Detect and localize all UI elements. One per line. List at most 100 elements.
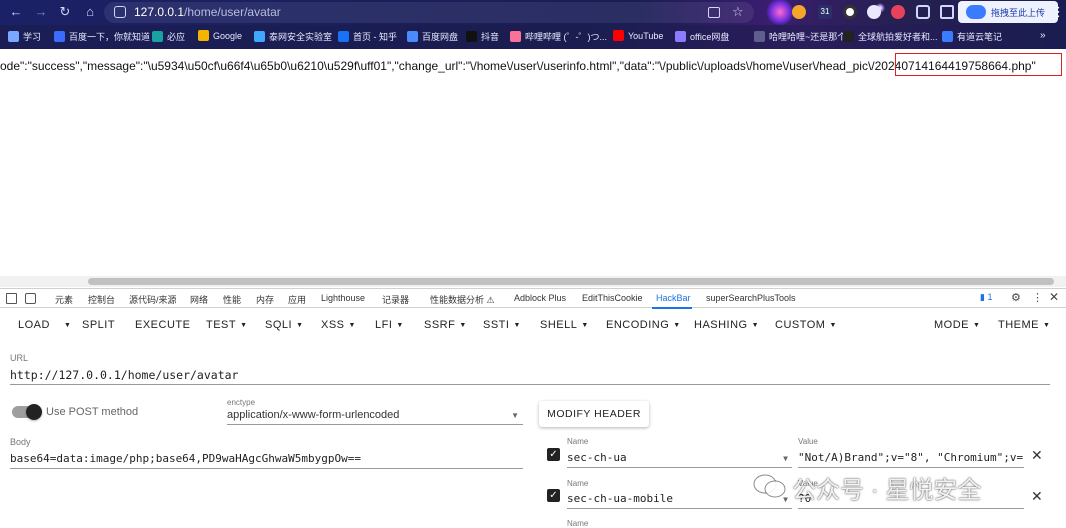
- toolbar-label: HASHING: [694, 319, 748, 331]
- translate-icon[interactable]: [708, 7, 720, 18]
- bookmark-item[interactable]: 哔哩哔哩 (゜-゜)つ...: [510, 30, 607, 44]
- bookmark-item[interactable]: Google: [198, 30, 242, 44]
- bookmark-item[interactable]: 百度一下，你就知道: [54, 30, 150, 44]
- scrollbar-thumb[interactable]: [88, 278, 1054, 285]
- forward-arrow-icon[interactable]: →: [33, 4, 49, 20]
- header-enabled-checkbox[interactable]: ✓: [547, 448, 560, 461]
- bookmark-favicon-icon: [198, 30, 209, 41]
- hackbar-xss-button[interactable]: XSS ▼: [321, 319, 356, 331]
- header-value-field[interactable]: "Not/A)Brand";v="8", "Chromium";v=: [798, 449, 1024, 468]
- bookmark-star-icon[interactable]: ☆: [732, 4, 744, 20]
- hackbar-test-button[interactable]: TEST ▼: [206, 319, 248, 331]
- devtools-tab[interactable]: 元素: [55, 293, 73, 306]
- cloud-upload-button[interactable]: 拖拽至此上传: [958, 1, 1058, 23]
- back-arrow-icon[interactable]: ←: [8, 4, 24, 20]
- cloud-upload-label: 拖拽至此上传: [991, 8, 1046, 18]
- bookmark-item[interactable]: 哈哩哈哩~还是那个...: [754, 30, 854, 44]
- devtools-tab[interactable]: 记录器: [382, 293, 409, 306]
- caret-down-icon: ▼: [296, 322, 304, 329]
- close-devtools-icon[interactable]: ✕: [1049, 290, 1059, 304]
- browser-menu-icon[interactable]: ⋮: [1052, 4, 1065, 20]
- devtools-tab[interactable]: 内存: [256, 293, 274, 306]
- bookmark-item[interactable]: YouTube: [613, 30, 663, 44]
- bookmark-item[interactable]: 泰网安全实验室: [254, 30, 332, 44]
- header-enabled-checkbox[interactable]: ✓: [547, 489, 560, 502]
- extension-icon[interactable]: [867, 5, 881, 19]
- extension-icon[interactable]: [792, 5, 806, 19]
- home-icon[interactable]: ⌂: [82, 4, 98, 20]
- bookmark-item[interactable]: 全球航拍爱好者和...: [843, 30, 938, 44]
- remove-header-icon[interactable]: ✕: [1031, 447, 1043, 464]
- devtools-tab[interactable]: HackBar: [656, 293, 691, 303]
- hackbar-load-menu-button[interactable]: ▼: [60, 319, 71, 331]
- devtools-tab[interactable]: 性能数据分析 ⚠: [430, 293, 495, 306]
- post-method-toggle[interactable]: [12, 404, 42, 420]
- adblock-icon[interactable]: [891, 5, 905, 19]
- header-value-label: Value: [798, 437, 818, 446]
- devtools-tab[interactable]: Lighthouse: [321, 293, 365, 303]
- devtools-tab[interactable]: 网络: [190, 293, 208, 306]
- highlight-box: [895, 53, 1062, 76]
- bookmark-favicon-icon: [254, 31, 265, 42]
- hackbar-hashing-button[interactable]: HASHING ▼: [694, 319, 759, 331]
- inspect-element-icon[interactable]: [6, 293, 17, 304]
- reload-icon[interactable]: ↻: [57, 4, 73, 20]
- bookmark-item[interactable]: 百度网盘: [407, 30, 458, 44]
- more-options-icon[interactable]: ⋮: [1032, 291, 1043, 304]
- bookmark-item[interactable]: 有道云笔记: [942, 30, 1002, 44]
- settings-gear-icon[interactable]: ⚙: [1011, 291, 1021, 304]
- toolbar-label: XSS: [321, 319, 345, 331]
- caret-down-icon: ▼: [1043, 322, 1051, 329]
- hackbar-ssti-button[interactable]: SSTI ▼: [483, 319, 521, 331]
- url-input[interactable]: [10, 365, 1050, 385]
- address-bar[interactable]: 127.0.0.1/home/user/avatar ☆: [104, 2, 754, 23]
- hackbar-mode-button[interactable]: MODE ▼: [934, 319, 980, 331]
- extension-icon[interactable]: [843, 5, 857, 19]
- bookmark-item[interactable]: 首页 - 知乎: [338, 30, 397, 44]
- hackbar-sqli-button[interactable]: SQLI ▼: [265, 319, 304, 331]
- sidebar-icon[interactable]: [940, 5, 954, 19]
- modify-header-button[interactable]: MODIFY HEADER: [539, 401, 649, 427]
- devtools-tab[interactable]: 源代码/来源: [129, 293, 177, 306]
- body-label: Body: [10, 437, 31, 447]
- hackbar-execute-button[interactable]: EXECUTE: [135, 319, 190, 331]
- devtools-tab[interactable]: EditThisCookie: [582, 293, 643, 303]
- hackbar-shell-button[interactable]: SHELL ▼: [540, 319, 589, 331]
- bookmark-item[interactable]: 抖音: [466, 30, 499, 44]
- devtools-tab[interactable]: superSearchPlusTools: [706, 293, 796, 303]
- header-name-field[interactable]: sec-ch-ua ▼: [567, 449, 792, 468]
- toggle-knob[interactable]: [26, 404, 42, 420]
- issues-badge[interactable]: ▮ 1: [980, 292, 996, 304]
- devtools-tab[interactable]: 性能: [223, 293, 241, 306]
- toolbar-label: ENCODING: [606, 319, 670, 331]
- watermark: 公众号 · 星悦安全: [752, 468, 1042, 504]
- bookmark-favicon-icon: [466, 31, 477, 42]
- hackbar-load-button[interactable]: LOAD: [18, 319, 50, 331]
- devtools-tab[interactable]: Adblock Plus: [514, 293, 566, 303]
- toolbar-label: SSTI: [483, 319, 510, 331]
- watermark-text: 公众号 · 星悦安全: [792, 477, 982, 504]
- enctype-select[interactable]: application/x-www-form-urlencoded ▼: [227, 406, 523, 425]
- hackbar-encoding-button[interactable]: ENCODING ▼: [606, 319, 681, 331]
- devtools-tab[interactable]: 控制台: [88, 293, 115, 306]
- hackbar-theme-button[interactable]: THEME ▼: [998, 319, 1050, 331]
- hackbar-custom-button[interactable]: CUSTOM ▼: [775, 319, 837, 331]
- toolbar-label: CUSTOM: [775, 319, 826, 331]
- more-bookmarks-icon[interactable]: »: [1040, 30, 1046, 41]
- body-input[interactable]: base64=data:image/php;base64,PD9waHAgcGh…: [10, 450, 523, 469]
- bookmark-label: 抖音: [481, 32, 500, 42]
- horizontal-scrollbar[interactable]: [0, 276, 1066, 287]
- hackbar-ssrf-button[interactable]: SSRF ▼: [424, 319, 467, 331]
- hackbar-split-button[interactable]: SPLIT: [82, 319, 115, 331]
- caret-down-icon: ▼: [64, 322, 72, 329]
- bookmark-item[interactable]: 必应: [152, 30, 185, 44]
- puzzle-extensions-icon[interactable]: [916, 5, 930, 19]
- address-path: /home/user/avatar: [184, 5, 281, 19]
- calendar-icon[interactable]: 31: [818, 5, 832, 19]
- device-toolbar-icon[interactable]: [25, 293, 36, 304]
- bookmark-item[interactable]: 学习: [8, 30, 41, 44]
- devtools-tab[interactable]: 应用: [288, 293, 306, 306]
- site-info-icon[interactable]: [114, 6, 126, 18]
- hackbar-lfi-button[interactable]: LFI ▼: [375, 319, 404, 331]
- bookmark-item[interactable]: office网盘: [675, 30, 729, 44]
